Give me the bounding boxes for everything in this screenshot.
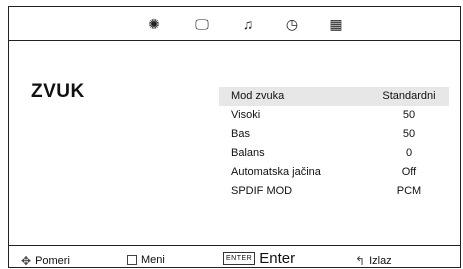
arrows-icon: ✥ — [21, 254, 32, 268]
setting-label: Visoki — [231, 109, 261, 121]
setting-value: Off — [401, 166, 417, 178]
tv-menu-window: ✺ 🖵 ♫ ◷ ▦ ZVUK Mod zvuka Standardni Viso… — [8, 6, 461, 268]
setting-value: 50 — [402, 128, 416, 140]
exit-icon: ↰ — [355, 254, 366, 268]
setting-value: PCM — [396, 185, 422, 197]
move-label: Pomeri — [35, 255, 70, 267]
setting-value: Standardni — [382, 90, 436, 102]
picture-icon[interactable]: ✺ — [145, 15, 163, 33]
exit-label: Izlaz — [369, 255, 392, 267]
setting-label: SPDIF MOD — [231, 185, 293, 197]
move-hint: ✥ Pomeri — [21, 254, 70, 268]
settings-list: Mod zvuka Standardni Visoki 50 Bas 50 Ba… — [219, 87, 449, 201]
setting-label: Balans — [231, 147, 265, 159]
enter-key-icon: ENTER — [223, 252, 256, 265]
footer-hints: ✥ Pomeri Meni ENTER Enter ↰ Izlaz — [9, 246, 460, 269]
setting-label: Mod zvuka — [231, 90, 285, 102]
clock-icon[interactable]: ◷ — [283, 15, 301, 33]
menu-tab-bar: ✺ 🖵 ♫ ◷ ▦ — [9, 7, 460, 41]
setting-label: Automatska jačina — [231, 166, 321, 178]
setting-value: 0 — [405, 147, 413, 159]
menu-hint: Meni — [127, 254, 165, 266]
page-title: ZVUK — [31, 81, 85, 102]
setting-row-sound-mode[interactable]: Mod zvuka Standardni — [219, 87, 449, 106]
grid-icon[interactable]: ▦ — [327, 15, 345, 33]
setting-label: Bas — [231, 128, 250, 140]
exit-hint: ↰ Izlaz — [355, 254, 392, 268]
enter-label: Enter — [259, 250, 296, 267]
enter-hint: ENTER Enter — [223, 250, 295, 267]
monitor-icon[interactable]: 🖵 — [193, 15, 211, 33]
setting-row-spdif-mode[interactable]: SPDIF MOD PCM — [219, 182, 449, 201]
menu-icon — [127, 255, 137, 265]
setting-row-balance[interactable]: Balans 0 — [219, 144, 449, 163]
setting-row-bass[interactable]: Bas 50 — [219, 125, 449, 144]
setting-row-auto-volume[interactable]: Automatska jačina Off — [219, 163, 449, 182]
menu-label: Meni — [141, 254, 165, 266]
setting-row-treble[interactable]: Visoki 50 — [219, 106, 449, 125]
setting-value: 50 — [402, 109, 416, 121]
music-note-icon[interactable]: ♫ — [239, 15, 257, 33]
